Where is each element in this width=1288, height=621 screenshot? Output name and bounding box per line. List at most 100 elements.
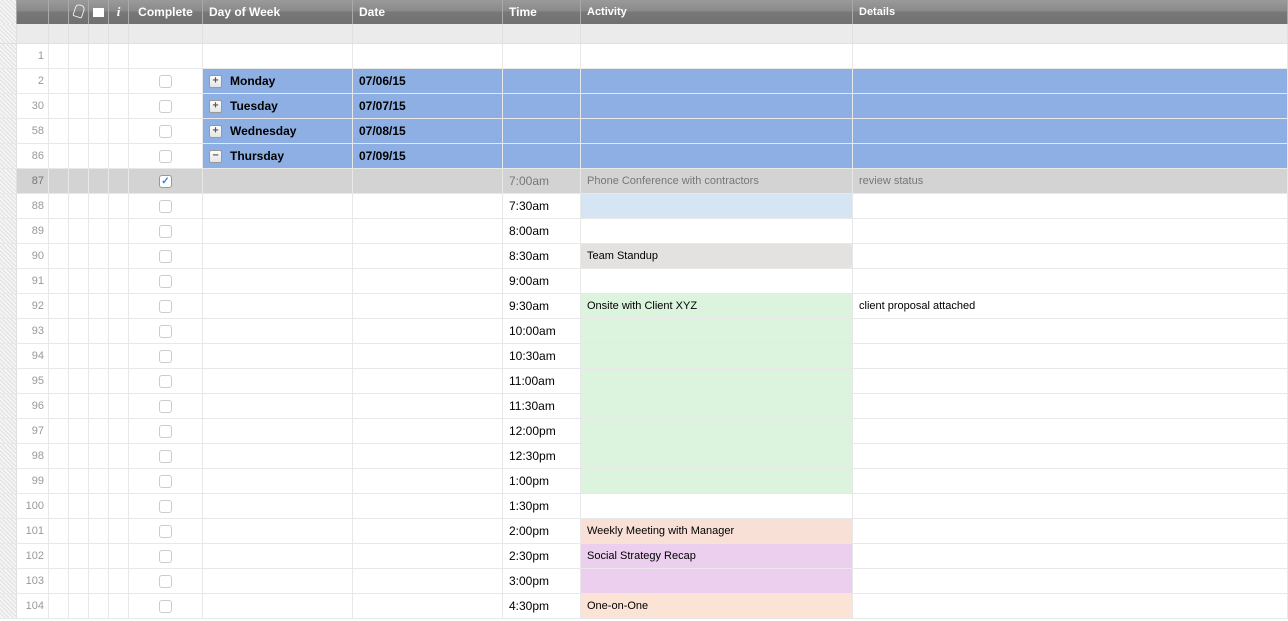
row-flag-cell[interactable] <box>69 519 89 543</box>
row-handle[interactable] <box>0 594 17 618</box>
activity-cell[interactable] <box>581 44 853 68</box>
row-flag-cell[interactable] <box>69 94 89 118</box>
row-flag-cell[interactable] <box>49 144 69 168</box>
row-handle[interactable] <box>0 344 17 368</box>
row-flag-cell[interactable] <box>49 419 69 443</box>
details-cell[interactable] <box>853 69 1288 93</box>
activity-cell[interactable] <box>581 319 853 343</box>
collapse-icon[interactable]: − <box>209 150 222 163</box>
row-flag-cell[interactable] <box>109 144 129 168</box>
time-cell[interactable]: 9:00am <box>503 269 581 293</box>
row-flag-cell[interactable] <box>89 194 109 218</box>
row-flag-cell[interactable] <box>109 269 129 293</box>
row-handle[interactable] <box>0 294 17 318</box>
details-cell[interactable] <box>853 219 1288 243</box>
time-cell[interactable]: 1:00pm <box>503 469 581 493</box>
day-cell[interactable] <box>203 269 353 293</box>
table-row[interactable]: 30+Tuesday07/07/15 <box>0 94 1288 119</box>
complete-cell[interactable] <box>129 294 203 318</box>
complete-cell[interactable] <box>129 494 203 518</box>
complete-checkbox[interactable] <box>159 550 172 563</box>
day-cell[interactable] <box>203 494 353 518</box>
row-flag-cell[interactable] <box>109 569 129 593</box>
date-cell[interactable]: 07/09/15 <box>353 144 503 168</box>
time-cell[interactable]: 10:30am <box>503 344 581 368</box>
row-flag-cell[interactable] <box>49 119 69 143</box>
activity-cell[interactable] <box>581 194 853 218</box>
row-flag-cell[interactable] <box>89 594 109 618</box>
row-flag-cell[interactable] <box>89 494 109 518</box>
row-flag-cell[interactable] <box>49 569 69 593</box>
row-flag-cell[interactable] <box>89 544 109 568</box>
time-cell[interactable]: 10:00am <box>503 319 581 343</box>
row-flag-cell[interactable] <box>109 244 129 268</box>
complete-cell[interactable] <box>129 319 203 343</box>
activity-cell[interactable] <box>581 119 853 143</box>
time-cell[interactable] <box>503 144 581 168</box>
time-cell[interactable]: 2:00pm <box>503 519 581 543</box>
row-flag-cell[interactable] <box>109 94 129 118</box>
row-flag-cell[interactable] <box>109 344 129 368</box>
activity-cell[interactable]: One-on-One <box>581 594 853 618</box>
row-flag-cell[interactable] <box>69 269 89 293</box>
complete-checkbox[interactable] <box>159 325 172 338</box>
row-flag-cell[interactable] <box>49 494 69 518</box>
date-cell[interactable]: 07/06/15 <box>353 69 503 93</box>
row-flag-cell[interactable] <box>89 144 109 168</box>
activity-cell[interactable]: Phone Conference with contractors <box>581 169 853 193</box>
time-cell[interactable]: 2:30pm <box>503 544 581 568</box>
time-cell[interactable]: 3:00pm <box>503 569 581 593</box>
date-cell[interactable] <box>353 344 503 368</box>
complete-cell[interactable] <box>129 69 203 93</box>
row-flag-cell[interactable] <box>109 44 129 68</box>
table-row[interactable]: 9812:30pm <box>0 444 1288 469</box>
day-cell[interactable]: +Tuesday <box>203 94 353 118</box>
day-cell[interactable] <box>203 169 353 193</box>
activity-cell[interactable]: Social Strategy Recap <box>581 544 853 568</box>
activity-cell[interactable] <box>581 394 853 418</box>
table-row[interactable]: 1012:00pmWeekly Meeting with Manager <box>0 519 1288 544</box>
date-cell[interactable] <box>353 244 503 268</box>
row-flag-cell[interactable] <box>109 319 129 343</box>
day-cell[interactable] <box>203 294 353 318</box>
row-flag-cell[interactable] <box>89 444 109 468</box>
row-handle[interactable] <box>0 419 17 443</box>
complete-checkbox[interactable] <box>159 450 172 463</box>
complete-cell[interactable] <box>129 469 203 493</box>
details-cell[interactable] <box>853 494 1288 518</box>
day-cell[interactable]: +Monday <box>203 69 353 93</box>
row-flag-cell[interactable] <box>69 69 89 93</box>
row-flag-cell[interactable] <box>109 469 129 493</box>
row-flag-cell[interactable] <box>109 169 129 193</box>
row-flag-cell[interactable] <box>109 194 129 218</box>
row-flag-cell[interactable] <box>89 394 109 418</box>
header-date[interactable]: Date <box>353 0 503 24</box>
row-flag-cell[interactable] <box>89 344 109 368</box>
details-cell[interactable] <box>853 419 1288 443</box>
day-cell[interactable] <box>203 219 353 243</box>
row-flag-cell[interactable] <box>109 444 129 468</box>
row-flag-cell[interactable] <box>89 319 109 343</box>
day-cell[interactable] <box>203 244 353 268</box>
table-row[interactable]: 1022:30pmSocial Strategy Recap <box>0 544 1288 569</box>
expand-icon[interactable]: + <box>209 125 222 138</box>
date-cell[interactable] <box>353 269 503 293</box>
row-flag-cell[interactable] <box>69 144 89 168</box>
row-handle[interactable] <box>0 69 17 93</box>
date-cell[interactable] <box>353 419 503 443</box>
table-row[interactable]: 887:30am <box>0 194 1288 219</box>
details-cell[interactable] <box>853 569 1288 593</box>
time-cell[interactable]: 7:00am <box>503 169 581 193</box>
row-handle[interactable] <box>0 269 17 293</box>
row-flag-cell[interactable] <box>89 419 109 443</box>
date-cell[interactable] <box>353 194 503 218</box>
complete-checkbox[interactable] <box>159 475 172 488</box>
row-flag-cell[interactable] <box>49 469 69 493</box>
row-flag-cell[interactable] <box>89 219 109 243</box>
details-cell[interactable] <box>853 319 1288 343</box>
complete-checkbox[interactable] <box>159 100 172 113</box>
complete-cell[interactable] <box>129 94 203 118</box>
row-handle[interactable] <box>0 94 17 118</box>
date-cell[interactable] <box>353 594 503 618</box>
row-flag-cell[interactable] <box>89 69 109 93</box>
